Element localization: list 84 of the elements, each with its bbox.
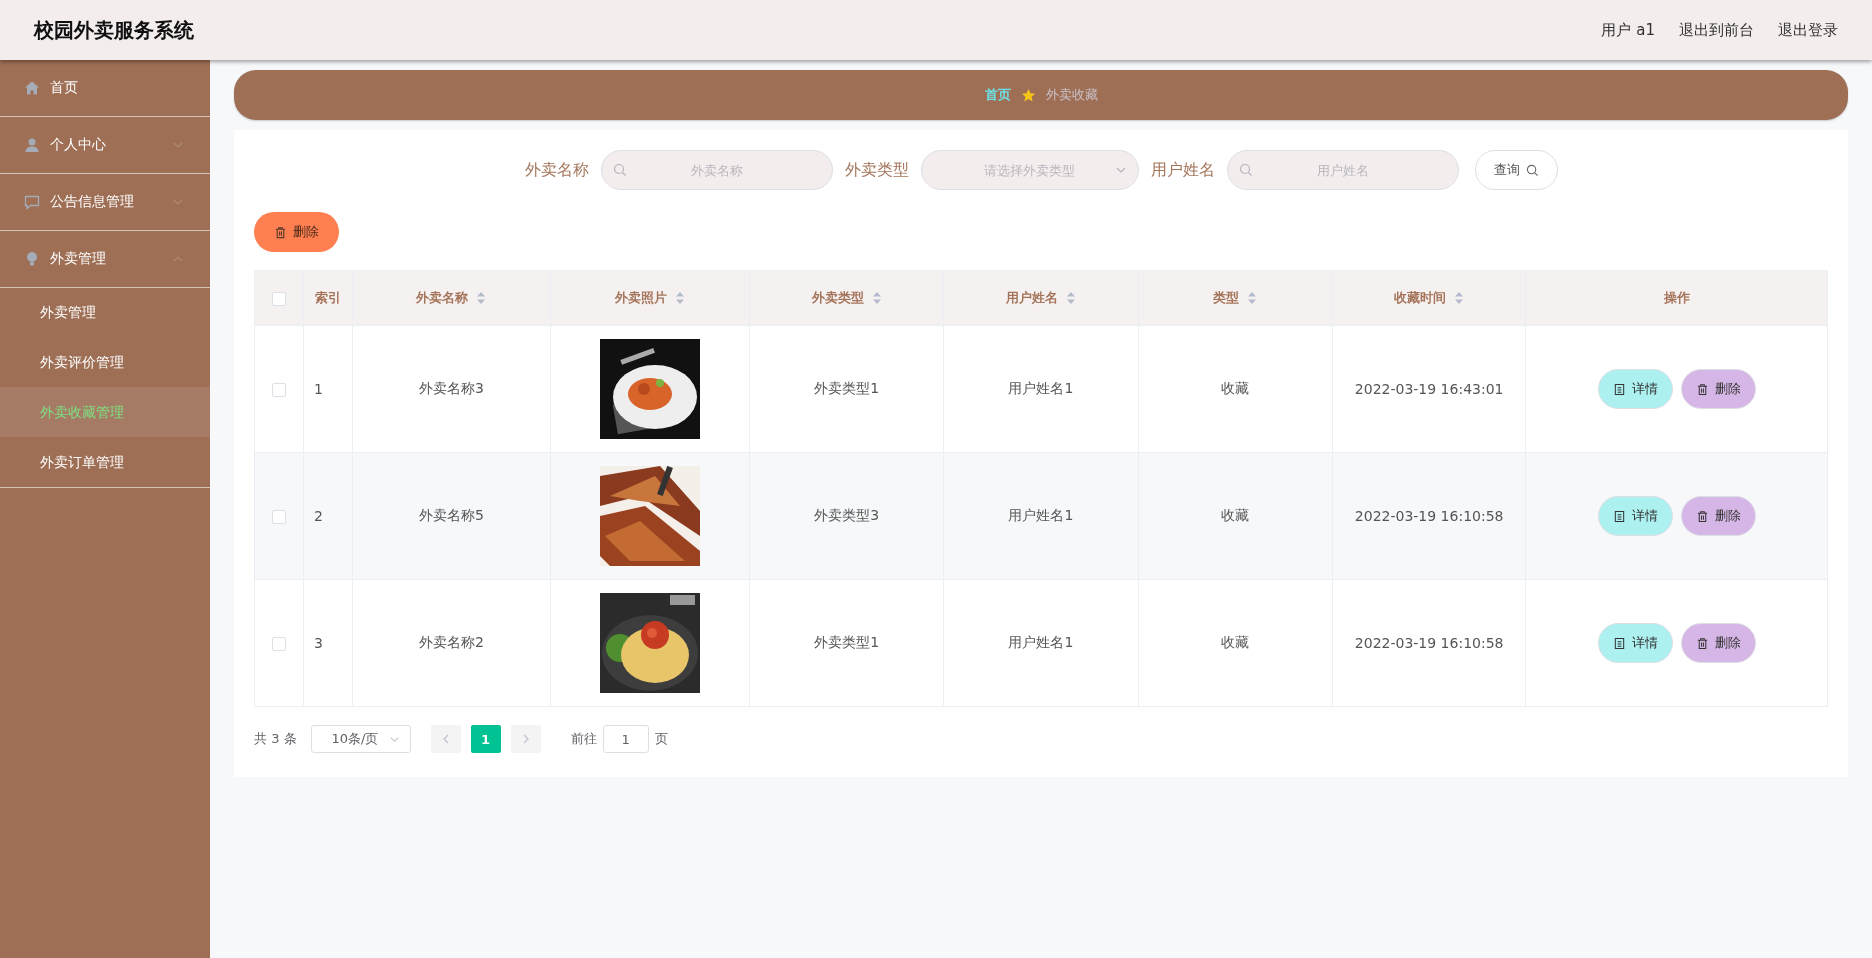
table-cell: 外卖类型1 (814, 634, 880, 650)
sort-icon[interactable] (871, 291, 882, 305)
field-label: 用户姓名 (1150, 159, 1215, 181)
table-cell: 收藏 (1221, 634, 1250, 650)
search-icon (1238, 163, 1253, 177)
field-label: 外卖类型 (844, 159, 909, 181)
table-cell: 1 (314, 381, 323, 397)
detail-button[interactable]: 详情 (1597, 369, 1673, 409)
submenu-item[interactable]: 外卖评价管理 (0, 337, 210, 387)
column-header: 用户姓名 (1005, 289, 1058, 307)
detail-button[interactable]: 详情 (1597, 496, 1673, 536)
table-cell: 收藏 (1221, 507, 1250, 523)
table-cell: 外卖名称2 (418, 634, 484, 650)
header-link[interactable]: 退出到前台 (1679, 20, 1754, 40)
trash-icon (1695, 382, 1709, 396)
sort-icon[interactable] (1065, 291, 1076, 305)
bulb-icon (24, 251, 40, 267)
delete-button[interactable]: 删除 (1680, 623, 1756, 663)
document-icon (1612, 636, 1626, 650)
search-button[interactable]: 查询 (1474, 150, 1558, 190)
menu-item[interactable]: 外卖管理 (0, 231, 210, 288)
table-cell: 2022-03-19 16:10:58 (1354, 635, 1504, 651)
column-header: 索引 (315, 289, 342, 307)
menu-item[interactable]: 公告信息管理 (0, 174, 210, 231)
star-icon (1020, 87, 1036, 103)
sort-icon[interactable] (1454, 291, 1465, 305)
breadcrumb-current: 外卖收藏 (1045, 86, 1098, 104)
submenu-item[interactable]: 外卖管理 (0, 287, 210, 337)
column-header: 类型 (1213, 289, 1240, 307)
delete-button[interactable]: 删除 (1680, 369, 1756, 409)
menu-item[interactable]: 个人中心 (0, 117, 210, 174)
page-suffix: 页 (654, 730, 668, 748)
table-cell: 2022-03-19 16:43:01 (1354, 381, 1504, 397)
table-cell: 外卖类型3 (814, 507, 880, 523)
delete-button[interactable]: 删除 (254, 212, 339, 252)
search-icon (612, 163, 627, 177)
column-header: 外卖类型 (811, 289, 864, 307)
page-size-select[interactable]: 10条/页 (310, 725, 411, 753)
user-icon (24, 137, 40, 153)
column-header: 外卖照片 (614, 289, 667, 307)
document-icon (1612, 509, 1626, 523)
table-cell: 用户姓名1 (1008, 380, 1074, 396)
row-checkbox[interactable] (272, 637, 287, 651)
header-link[interactable]: 退出登录 (1778, 20, 1838, 40)
submenu-item[interactable]: 外卖订单管理 (0, 437, 210, 487)
app-title: 校园外卖服务系统 (34, 16, 194, 44)
select-field[interactable]: 请选择外卖类型 (920, 150, 1139, 190)
table-cell: 用户姓名1 (1008, 634, 1074, 650)
search-field[interactable]: 用户姓名 (1226, 150, 1459, 190)
select-all-checkbox[interactable] (272, 291, 287, 306)
sort-icon[interactable] (1247, 291, 1258, 305)
trash-icon (274, 225, 287, 239)
table-cell: 2022-03-19 16:10:58 (1354, 508, 1504, 524)
document-icon (1612, 382, 1626, 396)
search-field[interactable]: 外卖名称 (600, 150, 833, 190)
table-cell: 外卖名称3 (418, 380, 484, 396)
row-checkbox[interactable] (272, 383, 287, 397)
previous-page-button[interactable] (430, 725, 461, 753)
table-cell: 用户姓名1 (1008, 507, 1074, 523)
search-icon (1525, 163, 1539, 177)
sort-icon[interactable] (674, 291, 685, 305)
chat-icon (24, 194, 40, 210)
next-page-button[interactable] (510, 725, 541, 753)
row-checkbox[interactable] (272, 510, 287, 524)
table-cell: 外卖名称5 (418, 507, 484, 523)
column-header: 外卖名称 (416, 289, 469, 307)
trash-icon (1695, 636, 1709, 650)
table-cell: 收藏 (1221, 380, 1250, 396)
column-header: 操作 (1663, 289, 1690, 307)
column-header: 收藏时间 (1394, 289, 1447, 307)
goto-label: 前往 (570, 730, 597, 748)
menu-item[interactable]: 首页 (0, 60, 210, 117)
header-link[interactable]: 用户 a1 (1601, 20, 1655, 40)
table-cell: 2 (314, 508, 323, 524)
detail-button[interactable]: 详情 (1597, 623, 1673, 663)
total-count: 共 3 条 (254, 730, 297, 748)
field-label: 外卖名称 (524, 159, 589, 181)
page-input[interactable]: 1 (602, 725, 649, 753)
table-cell: 3 (314, 635, 323, 651)
sort-icon[interactable] (476, 291, 487, 305)
home-icon (24, 80, 40, 96)
trash-icon (1695, 509, 1709, 523)
delete-button[interactable]: 删除 (1680, 496, 1756, 536)
table-cell: 外卖类型1 (814, 380, 880, 396)
